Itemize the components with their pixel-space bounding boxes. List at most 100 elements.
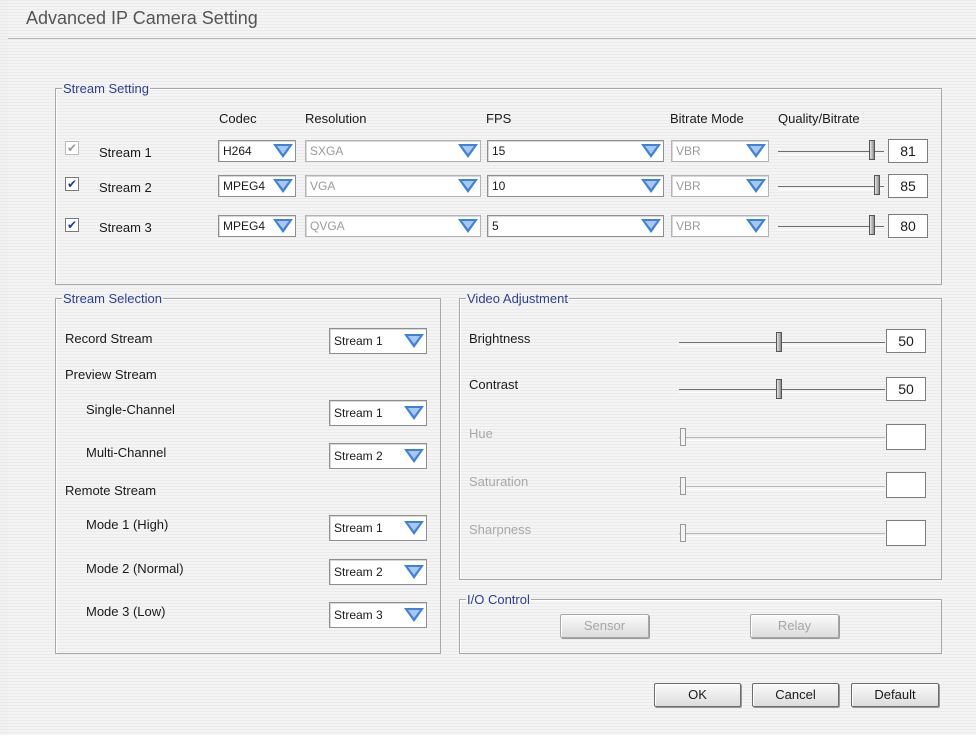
io-control-group: I/O Control — [459, 592, 942, 654]
chevron-down-highlight — [408, 610, 420, 618]
stream-3-quality-value[interactable]: 80 — [888, 214, 928, 238]
ok-button[interactable]: OK — [654, 683, 741, 707]
stream-selection-legend: Stream Selection — [63, 291, 162, 306]
single-channel-label: Single-Channel — [86, 402, 175, 417]
mode-2-select[interactable]: Stream 2 — [329, 559, 427, 585]
relay-button[interactable]: Relay — [750, 614, 839, 638]
title-bar: Advanced IP Camera Setting — [8, 0, 976, 39]
sensor-button[interactable]: Sensor — [560, 614, 649, 638]
sharpness-value[interactable] — [886, 520, 926, 546]
saturation-label: Saturation — [469, 474, 529, 489]
mode-3-value: Stream 3 — [334, 608, 383, 622]
stream-2-codec-select[interactable]: MPEG4 — [218, 175, 296, 197]
chevron-down-highlight — [645, 146, 657, 154]
chevron-down-highlight — [750, 181, 762, 189]
stream-3-bitrate-mode-select[interactable]: VBR — [671, 215, 769, 237]
stream-2-quality-value[interactable]: 85 — [888, 174, 928, 198]
stream-1-quality-slider-thumb[interactable] — [869, 140, 875, 160]
chevron-down-highlight — [408, 451, 420, 459]
brightness-slider-thumb[interactable] — [776, 332, 782, 352]
cancel-button[interactable]: Cancel — [752, 683, 839, 707]
record-stream-value: Stream 1 — [334, 334, 383, 348]
saturation-slider-thumb[interactable] — [680, 477, 686, 495]
stream-2-fps-select[interactable]: 10 — [487, 175, 664, 197]
stream-3-resolution-value: QVGA — [310, 219, 345, 233]
codec-header: Codec — [219, 111, 257, 126]
stream-3-quality-slider-thumb[interactable] — [869, 215, 875, 235]
mode-3-label: Mode 3 (Low) — [86, 604, 166, 619]
chevron-down-highlight — [750, 221, 762, 229]
stream-2-quality-slider-thumb[interactable] — [874, 175, 880, 195]
contrast-label: Contrast — [469, 377, 519, 392]
chevron-down-highlight — [408, 336, 420, 344]
stream-1-resolution-select[interactable]: SXGA — [305, 140, 481, 162]
chevron-down-highlight — [462, 181, 474, 189]
chevron-down-highlight — [277, 221, 289, 229]
multi-channel-value: Stream 2 — [334, 449, 383, 463]
mode-1-select[interactable]: Stream 1 — [329, 515, 427, 541]
saturation-slider-track — [679, 486, 885, 490]
io-control-legend: I/O Control — [467, 592, 530, 607]
mode-1-value: Stream 1 — [334, 521, 383, 535]
stream-3-checkbox[interactable]: ✔ — [65, 218, 79, 232]
preview-stream-label: Preview Stream — [65, 367, 157, 382]
mode-2-label: Mode 2 (Normal) — [86, 561, 184, 576]
remote-stream-label: Remote Stream — [65, 483, 157, 498]
hue-value[interactable] — [886, 424, 926, 450]
hue-slider-track — [679, 437, 885, 441]
sharpness-label: Sharpness — [469, 522, 532, 537]
quality-bitrate-header: Quality/Bitrate — [778, 111, 860, 126]
stream-3-codec-select[interactable]: MPEG4 — [218, 215, 296, 237]
chevron-down-highlight — [645, 221, 657, 229]
video-adjustment-legend: Video Adjustment — [467, 291, 568, 306]
contrast-value[interactable]: 50 — [886, 377, 926, 401]
stream-setting-legend: Stream Setting — [63, 81, 149, 96]
stream-2-resolution-select[interactable]: VGA — [305, 175, 481, 197]
stream-1-bitrate-mode-value: VBR — [676, 144, 701, 158]
brightness-value[interactable]: 50 — [886, 329, 926, 353]
stream-1-bitrate-mode-select[interactable]: VBR — [671, 140, 769, 162]
default-button[interactable]: Default — [851, 683, 939, 707]
stream-1-codec-select[interactable]: H264 — [218, 140, 296, 162]
stream-3-codec-value: MPEG4 — [223, 219, 266, 233]
chevron-down-highlight — [462, 221, 474, 229]
stream-1-checkbox[interactable]: ✔ — [65, 141, 79, 155]
stream-1-quality-value[interactable]: 81 — [888, 139, 928, 163]
chevron-down-highlight — [462, 146, 474, 154]
sharpness-slider-track — [679, 533, 885, 537]
contrast-slider-thumb[interactable] — [776, 379, 782, 399]
stream-1-resolution-value: SXGA — [310, 144, 344, 158]
stream-3-resolution-select[interactable]: QVGA — [305, 215, 481, 237]
single-channel-select[interactable]: Stream 1 — [329, 400, 427, 426]
stream-3-label: Stream 3 — [99, 220, 152, 235]
brightness-label: Brightness — [469, 331, 531, 346]
stream-1-label: Stream 1 — [99, 145, 152, 160]
saturation-value[interactable] — [886, 472, 926, 498]
stream-3-bitrate-mode-value: VBR — [676, 219, 701, 233]
stream-2-bitrate-mode-select[interactable]: VBR — [671, 175, 769, 197]
sharpness-slider-thumb[interactable] — [680, 524, 686, 542]
stream-3-fps-select[interactable]: 5 — [487, 215, 664, 237]
stream-2-checkbox[interactable]: ✔ — [65, 177, 79, 191]
stream-1-fps-value: 15 — [492, 144, 506, 158]
stream-2-resolution-value: VGA — [310, 179, 336, 193]
hue-slider-thumb[interactable] — [680, 428, 686, 446]
mode-3-select[interactable]: Stream 3 — [329, 602, 427, 628]
chevron-down-highlight — [277, 181, 289, 189]
chevron-down-highlight — [277, 146, 289, 154]
stream-1-codec-value: H264 — [223, 144, 252, 158]
resolution-header: Resolution — [305, 111, 367, 126]
mode-1-label: Mode 1 (High) — [86, 517, 169, 532]
fps-header: FPS — [486, 111, 512, 126]
stream-2-codec-value: MPEG4 — [223, 179, 266, 193]
record-stream-select[interactable]: Stream 1 — [329, 328, 427, 354]
hue-label: Hue — [469, 426, 493, 441]
bitrate-mode-header: Bitrate Mode — [670, 111, 744, 126]
record-stream-label: Record Stream — [65, 331, 153, 346]
chevron-down-highlight — [645, 181, 657, 189]
dialog-window: Advanced IP Camera Setting Stream Settin… — [8, 0, 976, 735]
window-title: Advanced IP Camera Setting — [26, 8, 258, 28]
stream-1-fps-select[interactable]: 15 — [487, 140, 664, 162]
multi-channel-select[interactable]: Stream 2 — [329, 443, 427, 469]
stream-2-bitrate-mode-value: VBR — [676, 179, 701, 193]
